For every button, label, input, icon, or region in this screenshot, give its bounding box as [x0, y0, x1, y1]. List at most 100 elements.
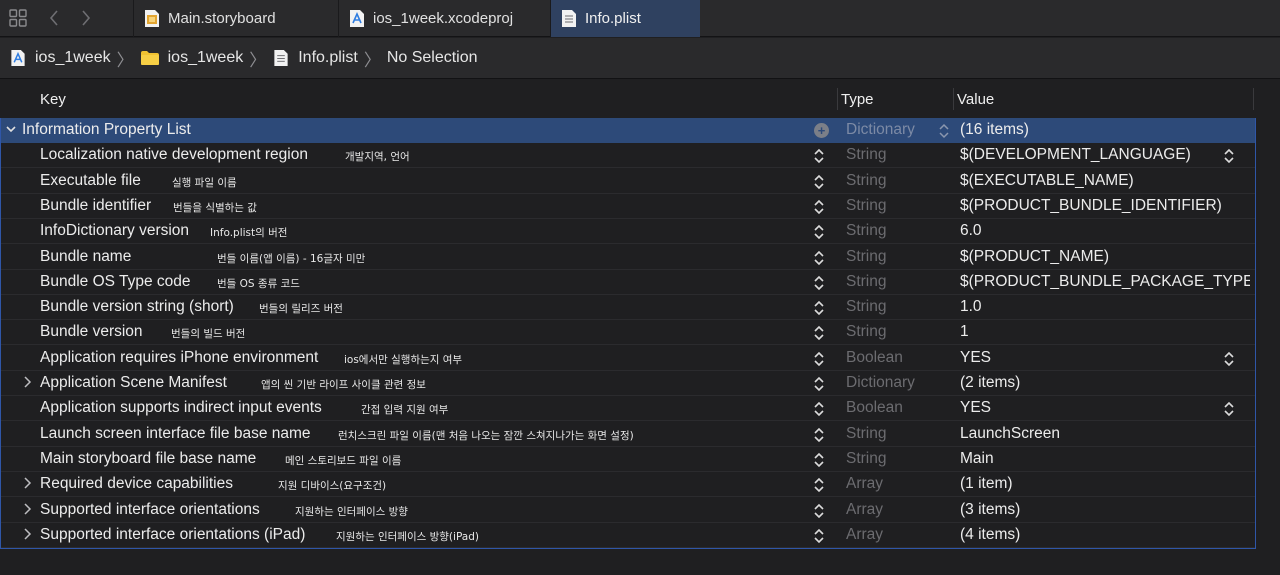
row-value[interactable]: $(PRODUCT_BUNDLE_PACKAGE_TYPE) — [960, 273, 1250, 291]
table-row[interactable]: Bundle name 번들 이름(앱 이름) - 16글자 미만 String $(… — [1, 245, 1255, 270]
row-key[interactable]: InfoDictionary version — [40, 222, 189, 240]
column-type-header[interactable]: Type — [841, 91, 874, 108]
key-stepper-icon[interactable] — [813, 199, 825, 215]
row-value[interactable]: 1.0 — [960, 298, 1250, 316]
key-stepper-icon[interactable] — [813, 275, 825, 291]
row-value[interactable]: $(PRODUCT_BUNDLE_IDENTIFIER) — [960, 197, 1250, 215]
row-key[interactable]: Bundle version string (short) — [40, 298, 234, 316]
table-row[interactable]: Executable file 실행 파일 이름 String $(EXECUTABL… — [1, 169, 1255, 194]
row-value[interactable]: $(PRODUCT_NAME) — [960, 248, 1250, 266]
key-stepper-icon[interactable] — [813, 477, 825, 493]
row-key[interactable]: Application requires iPhone environment — [40, 349, 318, 367]
row-type[interactable]: String — [846, 197, 887, 215]
disclosure-closed-icon[interactable] — [22, 502, 34, 517]
row-type[interactable]: String — [846, 273, 887, 291]
row-type[interactable]: String — [846, 146, 887, 164]
key-stepper-icon[interactable] — [813, 376, 825, 392]
breadcrumb-item-selection[interactable]: No Selection — [387, 49, 478, 67]
row-value[interactable]: (1 item) — [960, 475, 1250, 493]
key-stepper-icon[interactable] — [813, 528, 825, 544]
column-divider[interactable] — [1253, 88, 1254, 110]
add-item-icon[interactable]: + — [814, 123, 829, 138]
table-row[interactable]: Application requires iPhone environment i… — [1, 346, 1255, 371]
row-value[interactable]: Main — [960, 450, 1250, 468]
column-divider[interactable] — [837, 88, 838, 110]
key-stepper-icon[interactable] — [813, 401, 825, 417]
column-divider[interactable] — [953, 88, 954, 110]
key-stepper-icon[interactable] — [813, 148, 825, 164]
row-type[interactable]: String — [846, 222, 887, 240]
row-value[interactable]: YES — [960, 349, 1250, 367]
key-stepper-icon[interactable] — [813, 427, 825, 443]
row-key[interactable]: Application supports indirect input even… — [40, 399, 322, 417]
row-type[interactable]: Dictionary — [846, 374, 915, 392]
row-key[interactable]: Launch screen interface file base name — [40, 425, 311, 443]
row-value[interactable]: (2 items) — [960, 374, 1250, 392]
row-key[interactable]: Main storyboard file base name — [40, 450, 256, 468]
row-key[interactable]: Supported interface orientations — [40, 501, 260, 519]
key-stepper-icon[interactable] — [813, 174, 825, 190]
row-type[interactable]: Array — [846, 501, 883, 519]
row-value[interactable]: (4 items) — [960, 526, 1250, 544]
table-row[interactable]: Bundle OS Type code 번들 OS 종류 코드 String $(PR… — [1, 270, 1255, 295]
row-key[interactable]: Executable file — [40, 172, 141, 190]
row-value[interactable]: $(DEVELOPMENT_LANGUAGE) — [960, 146, 1250, 164]
row-type[interactable]: String — [846, 248, 887, 266]
value-popup-icon[interactable] — [1223, 148, 1235, 164]
key-stepper-icon[interactable] — [813, 250, 825, 266]
breadcrumb-item-file[interactable]: Info.plist — [272, 49, 358, 67]
row-type[interactable]: String — [846, 298, 887, 316]
row-type[interactable]: Array — [846, 526, 883, 544]
row-key[interactable]: Application Scene Manifest — [40, 374, 227, 392]
row-key[interactable]: Bundle name — [40, 248, 131, 266]
row-value[interactable]: $(EXECUTABLE_NAME) — [960, 172, 1250, 190]
table-row[interactable]: Application Scene Manifest 앱의 씬 기반 라이프 사이… — [1, 371, 1255, 396]
value-popup-icon[interactable] — [1223, 401, 1235, 417]
disclosure-closed-icon[interactable] — [22, 477, 34, 491]
row-value[interactable]: 1 — [960, 323, 1250, 341]
row-type[interactable]: String — [846, 323, 887, 341]
row-type[interactable]: String — [846, 425, 887, 443]
row-key[interactable]: Bundle version — [40, 323, 143, 341]
root-row[interactable]: Information Property List + Dictionary (… — [1, 118, 1255, 143]
key-stepper-icon[interactable] — [813, 300, 825, 316]
row-type[interactable]: Dictionary — [846, 121, 915, 139]
table-row[interactable]: Bundle identifier 번들을 식별하는 값 String $(PRODU… — [1, 194, 1255, 219]
disclosure-closed-icon[interactable] — [22, 528, 34, 542]
row-key[interactable]: Bundle identifier — [40, 197, 151, 215]
tab-info-plist[interactable]: Info.plist — [550, 0, 700, 37]
table-row[interactable]: Main storyboard file base name 메인 스토리보드 파… — [1, 447, 1255, 472]
back-chevron-icon[interactable] — [46, 8, 62, 28]
key-stepper-icon[interactable] — [813, 452, 825, 468]
table-row[interactable]: Bundle version string (short) 번들의 릴리즈 버전 S… — [1, 295, 1255, 321]
row-type[interactable]: Boolean — [846, 399, 903, 417]
row-value[interactable]: LaunchScreen — [960, 425, 1250, 443]
type-stepper-icon[interactable] — [938, 123, 950, 139]
breadcrumb-item-folder[interactable]: ios_1week — [140, 49, 243, 67]
key-stepper-icon[interactable] — [813, 503, 825, 519]
table-row[interactable]: InfoDictionary version Info.plist의 버전 Stri… — [1, 219, 1255, 245]
column-key-header[interactable]: Key — [40, 91, 66, 108]
row-value[interactable]: 6.0 — [960, 222, 1250, 240]
tab-xcodeproj[interactable]: ios_1week.xcodeproj — [338, 0, 550, 37]
key-stepper-icon[interactable] — [813, 224, 825, 240]
key-stepper-icon[interactable] — [813, 325, 825, 341]
table-row[interactable]: Required device capabilities 지원 디바이스(요구조건… — [1, 472, 1255, 498]
table-row[interactable]: Localization native development region 개발… — [1, 143, 1255, 169]
grid-icon[interactable] — [8, 8, 28, 28]
disclosure-open-icon[interactable] — [5, 123, 17, 137]
tab-main-storyboard[interactable]: Main.storyboard — [133, 0, 313, 37]
row-key[interactable]: Bundle OS Type code — [40, 273, 191, 291]
value-popup-icon[interactable] — [1223, 351, 1235, 367]
table-row[interactable]: Application supports indirect input even… — [1, 396, 1255, 422]
row-type[interactable]: Boolean — [846, 349, 903, 367]
row-key[interactable]: Required device capabilities — [40, 475, 233, 493]
table-row[interactable]: Supported interface orientations (iPad) 지… — [1, 523, 1255, 548]
row-value[interactable]: YES — [960, 399, 1250, 417]
row-key[interactable]: Supported interface orientations (iPad) — [40, 526, 305, 544]
table-row[interactable]: Supported interface orientations 지원하는 인터페… — [1, 498, 1255, 523]
row-type[interactable]: String — [846, 172, 887, 190]
disclosure-closed-icon[interactable] — [22, 376, 34, 390]
row-type[interactable]: String — [846, 450, 887, 468]
table-row[interactable]: Launch screen interface file base name 런치… — [1, 422, 1255, 447]
